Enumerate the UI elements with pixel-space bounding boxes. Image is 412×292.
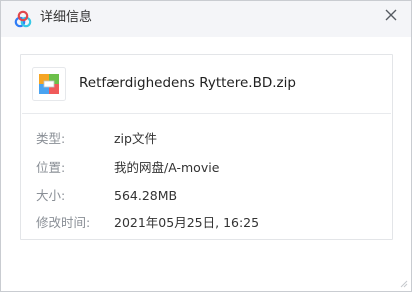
detail-value: 我的网盘/A-movie [114, 160, 220, 175]
close-icon[interactable] [383, 7, 399, 23]
detail-value: 564.28MB [114, 188, 178, 203]
detail-row-location: 位置: 我的网盘/A-movie [21, 159, 390, 177]
detail-value: 2021年05月25日, 16:25 [114, 215, 260, 230]
dialog-title: 详细信息 [40, 10, 93, 25]
zip-file-icon [32, 67, 66, 101]
detail-row-size: 大小: 564.28MB [21, 187, 390, 205]
detail-label: 修改时间: [36, 215, 91, 230]
details-dialog: 详细信息 Retfærdighedens Ryttere.BD.zip 类型: … [0, 0, 412, 292]
file-info-panel: Retfærdighedens Ryttere.BD.zip 类型: zip文件… [20, 54, 393, 240]
detail-value: zip文件 [114, 131, 157, 146]
detail-row-type: 类型: zip文件 [21, 130, 390, 148]
detail-label: 大小: [36, 188, 66, 203]
resize-grip-icon[interactable] [400, 280, 408, 288]
file-name: Retfærdighedens Ryttere.BD.zip [79, 75, 296, 91]
baidu-netdisk-logo-icon [14, 10, 32, 28]
divider [22, 113, 391, 114]
title-bar[interactable]: 详细信息 [1, 1, 411, 37]
detail-label: 位置: [36, 160, 66, 175]
detail-label: 类型: [36, 131, 66, 146]
detail-row-modified: 修改时间: 2021年05月25日, 16:25 [21, 214, 390, 232]
